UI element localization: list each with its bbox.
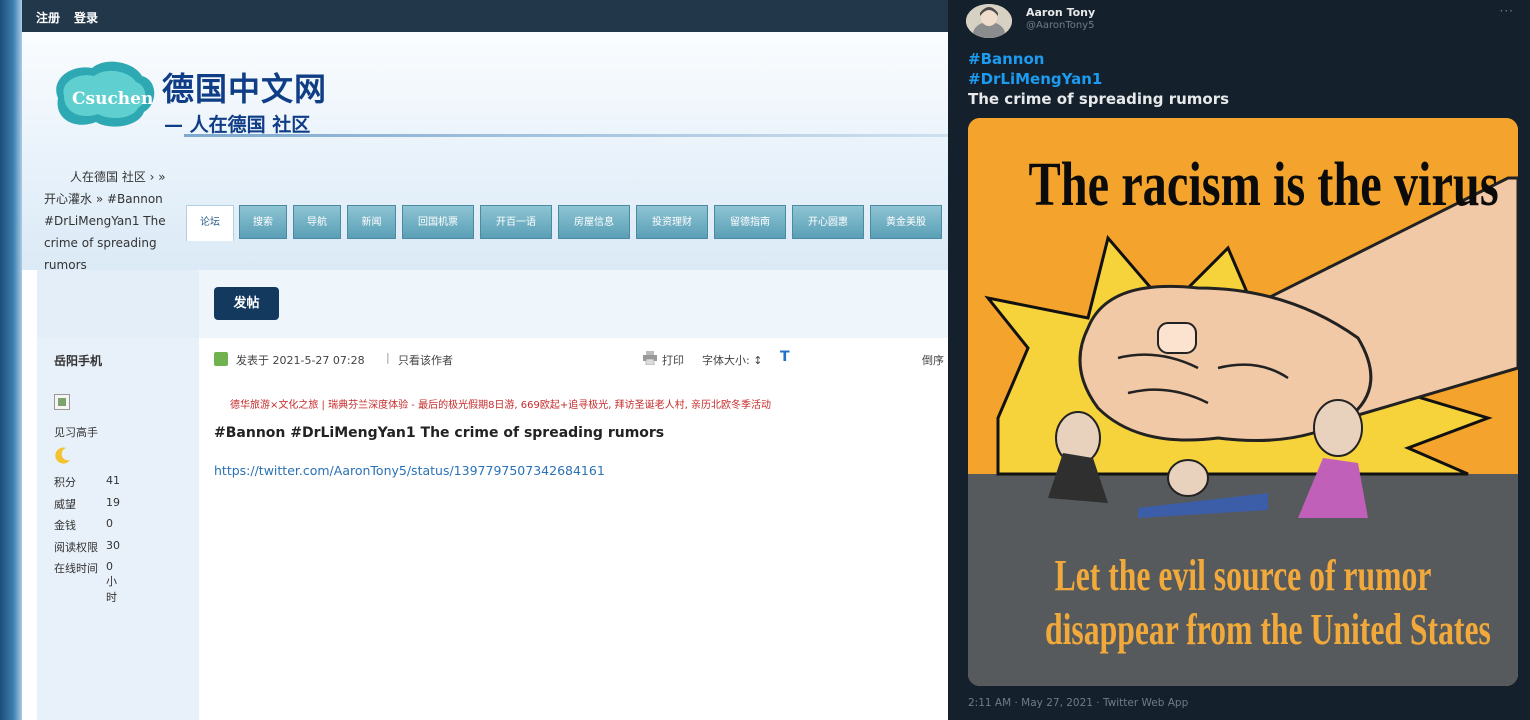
- sidebar-header: [37, 270, 199, 338]
- breadcrumb-thread-1: #DrLiMengYan1 The: [44, 214, 166, 228]
- nav-tab[interactable]: 留德指南: [714, 205, 786, 239]
- only-author-link[interactable]: 只看该作者: [398, 352, 453, 368]
- print-link[interactable]: 打印: [662, 352, 684, 368]
- username[interactable]: 岳阳手机: [54, 352, 102, 369]
- image-caption-line-1: Let the evil source of rumor: [1054, 551, 1432, 600]
- reverse-order-link[interactable]: 倒序: [922, 352, 944, 368]
- more-icon[interactable]: ···: [1500, 4, 1514, 18]
- new-post-button[interactable]: 发帖: [214, 287, 279, 320]
- tweet-author-handle[interactable]: @AaronTony5: [1026, 20, 1094, 31]
- nav-tab[interactable]: 论坛: [186, 205, 234, 241]
- nav-tab[interactable]: 开百一语: [480, 205, 552, 239]
- tweet-panel: Aaron Tony @AaronTony5 ··· #Bannon #DrLi…: [948, 0, 1530, 720]
- stat-label: 在线时间: [54, 562, 98, 575]
- forum-page: 注册 登录 Csuchen 德国中文网 — 人在德国 社区 人在德国 社区 › …: [0, 0, 948, 720]
- main-header: [199, 270, 948, 338]
- ad-banner-text[interactable]: 德华旅游×文化之旅 | 瑞典芬兰深度体验 - 最后的极光假期8日游, 669欧起…: [230, 396, 771, 411]
- breadcrumb-board[interactable]: 开心灌水 » #Bannon: [44, 188, 174, 210]
- user-group: 见习高手: [54, 426, 98, 439]
- stat-value: 0: [106, 517, 113, 530]
- nav-tab[interactable]: 导航: [293, 205, 341, 239]
- nav-tab[interactable]: 回国机票: [402, 205, 474, 239]
- logo-subtitle: — 人在德国 社区: [164, 114, 311, 136]
- font-size-label[interactable]: 字体大小: ↕: [702, 352, 762, 368]
- post-date: 发表于 2021-5-27 07:28: [236, 354, 365, 367]
- left-stripe: [0, 0, 22, 720]
- font-size-icon[interactable]: T: [780, 349, 790, 365]
- tweet-text: The crime of spreading rumors: [968, 90, 1230, 108]
- header-divider: [184, 134, 948, 137]
- top-bar: 注册 登录: [22, 0, 948, 32]
- post-link[interactable]: https://twitter.com/AaronTony5/status/13…: [214, 463, 605, 478]
- nav-tab[interactable]: 搜索: [239, 205, 287, 239]
- nav-tab[interactable]: 投资理财: [636, 205, 708, 239]
- stat-label: 积分: [54, 476, 76, 489]
- hashtag-link[interactable]: #DrLiMengYan1: [968, 70, 1102, 88]
- register-link[interactable]: 注册: [36, 9, 60, 26]
- logo-splash-icon: Csuchen: [56, 61, 155, 127]
- stat-value: 41: [106, 474, 120, 487]
- site-logo[interactable]: Csuchen 德国中文网 — 人在德国 社区: [50, 52, 370, 142]
- avatar-image[interactable]: [54, 394, 70, 410]
- stat-label: 阅读权限: [54, 540, 98, 554]
- image-headline: The racism is the virus: [1028, 151, 1499, 219]
- nav-tab[interactable]: 房屋信息: [558, 205, 630, 239]
- post-meta-bar: 发表于 2021-5-27 07:28 | 只看该作者 打印 字体大小: ↕ T…: [214, 349, 948, 372]
- stat-value: 0 小时: [106, 560, 117, 604]
- breadcrumb: 人在德国 社区 › » 开心灌水 » #Bannon #DrLiMengYan1…: [44, 166, 174, 276]
- tweet-image[interactable]: The racism is the virus Let the evil sou…: [968, 118, 1518, 686]
- logo-badge-text: Csuchen: [72, 89, 153, 109]
- stat-value: 30: [106, 538, 120, 552]
- nav-tab[interactable]: 黄金美股: [870, 205, 942, 239]
- tweet-avatar[interactable]: [966, 4, 1012, 38]
- nav-tab[interactable]: 新闻: [347, 205, 396, 239]
- post-status-icon: [214, 352, 228, 366]
- login-link[interactable]: 登录: [74, 9, 98, 26]
- breadcrumb-thread-2: crime of spreading: [44, 236, 157, 250]
- image-caption-line-2: disappear from the United States: [1045, 605, 1491, 654]
- post-title: #Bannon #DrLiMengYan1 The crime of sprea…: [214, 425, 665, 441]
- logo-title: 德国中文网: [162, 70, 328, 108]
- tweet-author-name[interactable]: Aaron Tony: [1026, 6, 1095, 19]
- stat-label: 威望: [54, 497, 76, 511]
- tweet-timestamp[interactable]: 2:11 AM · May 27, 2021 · Twitter Web App: [968, 697, 1188, 709]
- hashtag-link[interactable]: #Bannon: [968, 50, 1044, 68]
- meta-separator: |: [386, 351, 390, 364]
- avatar-face-icon: [966, 4, 1012, 38]
- stat-label: 金钱: [54, 519, 76, 532]
- nav-tab[interactable]: 开心圆惠: [792, 205, 864, 239]
- breadcrumb-community[interactable]: 人在德国 社区 › »: [44, 166, 174, 188]
- stat-value: 19: [106, 495, 120, 509]
- screenshot-composite: 注册 登录 Csuchen 德国中文网 — 人在德国 社区 人在德国 社区 › …: [0, 0, 1530, 720]
- print-icon[interactable]: [642, 351, 658, 365]
- rank-badge-icon: [55, 447, 70, 464]
